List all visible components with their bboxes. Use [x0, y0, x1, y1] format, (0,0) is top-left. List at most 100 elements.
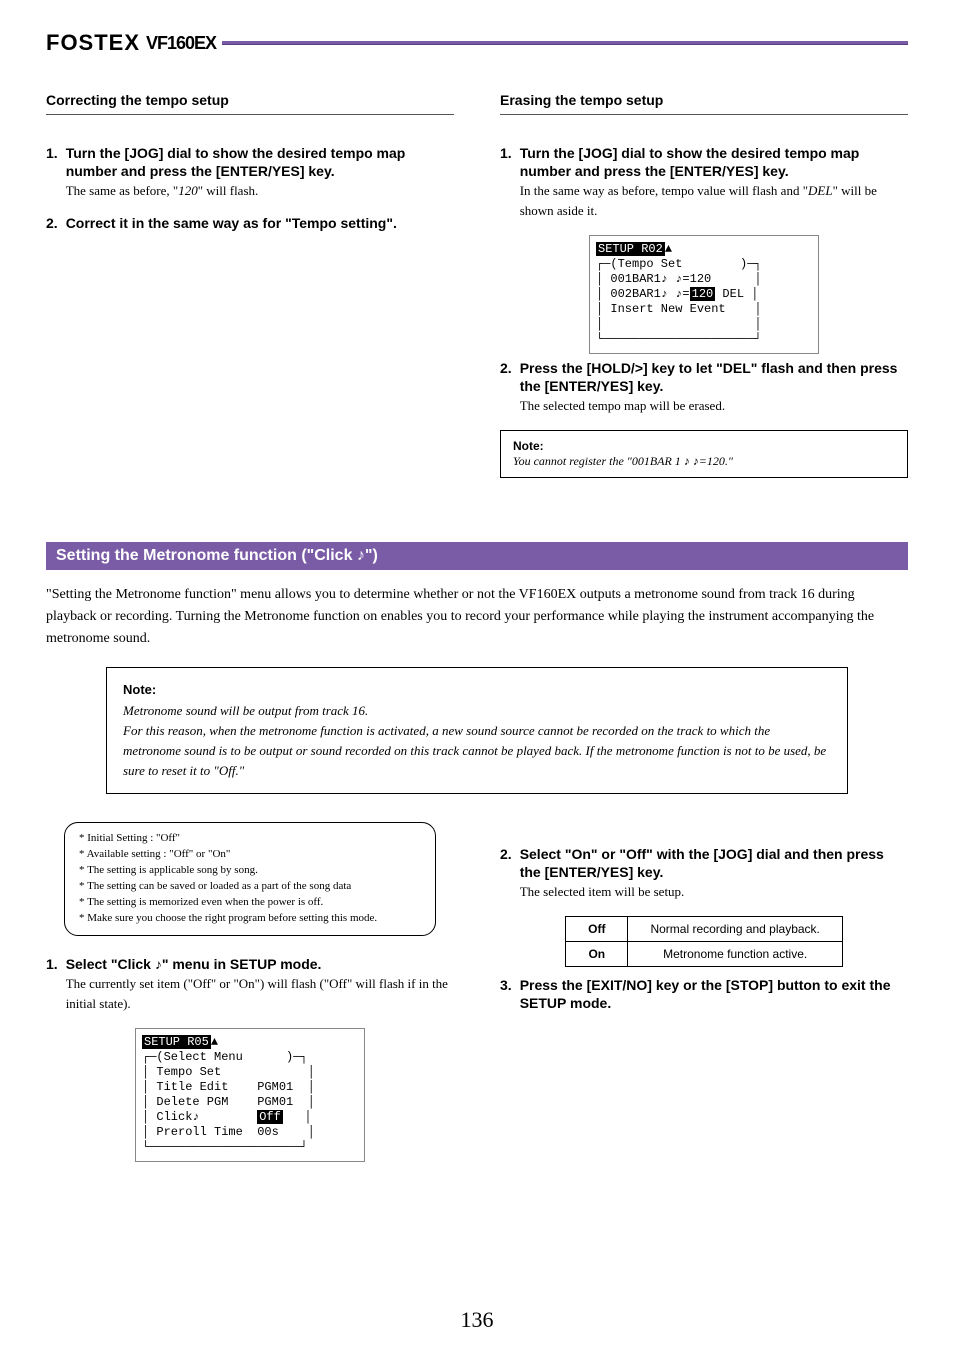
lower-right-step-3: 3. Press the [EXIT/NO] key or the [STOP]…	[500, 977, 908, 1013]
table-cell: Normal recording and playback.	[628, 917, 842, 942]
lcd-highlight-value: Off	[257, 1110, 283, 1124]
text: Make sure you choose the right program b…	[87, 912, 377, 924]
brand-logo: FOSTEX	[46, 30, 140, 56]
lcd-line: └─────────────────────┘	[596, 332, 812, 347]
lower-right-column: 2. Select "On" or "Off" with the [JOG] d…	[500, 812, 908, 1168]
left-column: Correcting the tempo setup 1. Turn the […	[46, 86, 454, 486]
del-label: DEL	[808, 183, 833, 198]
step-number: 3.	[500, 977, 512, 1013]
spec-line: * Available setting : "Off" or "On"	[79, 847, 421, 863]
step-title: Press the [HOLD/>] key to let "DEL" flas…	[520, 360, 898, 394]
step-number: 2.	[46, 215, 58, 233]
page: FOSTEX VF160EX Correcting the tempo setu…	[0, 0, 954, 1351]
lcd-caret: ▲	[665, 242, 672, 256]
left-section-title: Correcting the tempo setup	[46, 92, 454, 115]
lcd-line: │ Preroll Time 00s │	[142, 1125, 358, 1140]
note-body: You cannot register the "001BAR 1 ♪ ♪=12…	[513, 454, 895, 469]
step-number: 2.	[500, 846, 512, 902]
table-head-on: On	[566, 942, 628, 967]
step-number: 1.	[500, 145, 512, 221]
text: The setting can be saved or loaded as a …	[87, 880, 351, 892]
step-desc: The selected item will be setup.	[520, 882, 908, 902]
lower-left-step-1: 1. Select "Click ♪" menu in SETUP mode. …	[46, 956, 454, 1014]
page-number: 136	[0, 1307, 954, 1333]
lcd-line: │ 002BAR1♪ ♪=120 DEL │	[596, 287, 812, 302]
step-title: Turn the [JOG] dial to show the desired …	[520, 145, 860, 179]
lcd-caret: ▲	[211, 1035, 218, 1049]
spec-line: * Make sure you choose the right program…	[79, 911, 421, 927]
text: │ 002BAR1♪ ♪=	[596, 287, 690, 301]
text: DEL │	[715, 287, 758, 301]
left-step-2: 2. Correct it in the same way as for "Te…	[46, 215, 454, 233]
text: Available setting : "Off" or "On"	[87, 848, 231, 860]
spec-line: * The setting can be saved or loaded as …	[79, 879, 421, 895]
text: Initial Setting : "Off"	[87, 832, 180, 844]
lcd-line: │ Delete PGM PGM01 │	[142, 1095, 358, 1110]
left-step-1: 1. Turn the [JOG] dial to show the desir…	[46, 145, 454, 201]
spec-line: * The setting is applicable song by song…	[79, 863, 421, 879]
header-rule-line	[222, 41, 908, 45]
lcd-screen-tempo: SETUP R02▲ ┌─(Tempo Set )─┐ │ 001BAR1♪ ♪…	[589, 235, 819, 354]
section-title-bar: Setting the Metronome function ("Click ♪…	[46, 542, 908, 570]
lcd-screen-setup-menu: SETUP R05▲ ┌─(Select Menu )─┐ │ Tempo Se…	[135, 1028, 365, 1162]
header: FOSTEX VF160EX	[46, 30, 908, 56]
lower-left-column: * Initial Setting : "Off" * Available se…	[46, 812, 454, 1168]
lcd-title: SETUP R05	[142, 1035, 211, 1049]
model-label: VF160EX	[146, 33, 216, 54]
step-number: 2.	[500, 360, 512, 416]
spec-line: * Initial Setting : "Off"	[79, 831, 421, 847]
step-title: Select "On" or "Off" with the [JOG] dial…	[520, 846, 884, 880]
lcd-line: SETUP R02▲	[596, 242, 812, 257]
lcd-line: ┌─(Select Menu )─┐	[142, 1050, 358, 1065]
text: │	[283, 1110, 312, 1124]
lower-columns: * Initial Setting : "Off" * Available se…	[46, 812, 908, 1168]
table-head-off: Off	[566, 917, 628, 942]
section-note-frame: Note: Metronome sound will be output fro…	[106, 667, 848, 794]
right-step-1: 1. Turn the [JOG] dial to show the desir…	[500, 145, 908, 221]
note-body: Metronome sound will be output from trac…	[123, 701, 831, 782]
lcd-line: │ Tempo Set │	[142, 1065, 358, 1080]
step-desc: The currently set item ("Off" or "On") w…	[66, 974, 454, 1014]
step-desc: In the same way as before, tempo value w…	[520, 181, 908, 221]
right-section-title: Erasing the tempo setup	[500, 92, 908, 115]
step-number: 1.	[46, 956, 58, 1014]
flash-value: 120	[178, 183, 198, 198]
text: The setting is memorized even when the p…	[87, 896, 323, 908]
right-column: Erasing the tempo setup 1. Turn the [JOG…	[500, 86, 908, 486]
note-head: Note:	[513, 439, 544, 453]
lcd-line: │ Insert New Event │	[596, 302, 812, 317]
section-body-text: "Setting the Metronome function" menu al…	[46, 584, 908, 649]
setting-table: Off Normal recording and playback. On Me…	[565, 916, 843, 967]
table-row: Off Normal recording and playback.	[566, 917, 843, 942]
spec-line: * The setting is memorized even when the…	[79, 895, 421, 911]
step-title: Correct it in the same way as for "Tempo…	[66, 215, 397, 231]
text: " will flash.	[198, 183, 259, 198]
step-desc: The selected tempo map will be erased.	[520, 396, 908, 416]
lcd-highlight-value: 120	[690, 287, 716, 301]
table-cell: Metronome function active.	[628, 942, 842, 967]
lcd-line: ┌─(Tempo Set )─┐	[596, 257, 812, 272]
lcd-line: │ Click♪ Off │	[142, 1110, 358, 1125]
text: The same as before, "	[66, 183, 179, 198]
lcd-title: SETUP R02	[596, 242, 665, 256]
step-title: Turn the [JOG] dial to show the desired …	[66, 145, 406, 179]
lcd-line: │ Title Edit PGM01 │	[142, 1080, 358, 1095]
lcd-line: │ │	[596, 317, 812, 332]
text: In the same way as before, tempo value w…	[520, 183, 808, 198]
text: The setting is applicable song by song.	[87, 864, 258, 876]
step-number: 1.	[46, 145, 58, 201]
step-title: Press the [EXIT/NO] key or the [STOP] bu…	[520, 977, 891, 1011]
text: │ Click♪	[142, 1110, 257, 1124]
spec-box: * Initial Setting : "Off" * Available se…	[64, 822, 436, 936]
note-head: Note:	[123, 682, 156, 697]
lcd-line: SETUP R05▲	[142, 1035, 358, 1050]
right-step-2: 2. Press the [HOLD/>] key to let "DEL" f…	[500, 360, 908, 416]
lcd-line: │ 001BAR1♪ ♪=120 │	[596, 272, 812, 287]
lower-right-step-2: 2. Select "On" or "Off" with the [JOG] d…	[500, 846, 908, 902]
note-box: Note: You cannot register the "001BAR 1 …	[500, 430, 908, 478]
table-row: On Metronome function active.	[566, 942, 843, 967]
step-desc: The same as before, "120" will flash.	[66, 181, 454, 201]
lcd-line: └─────────────────────┘	[142, 1140, 358, 1155]
step-title: Select "Click ♪" menu in SETUP mode.	[66, 956, 322, 972]
upper-columns: Correcting the tempo setup 1. Turn the […	[46, 86, 908, 486]
